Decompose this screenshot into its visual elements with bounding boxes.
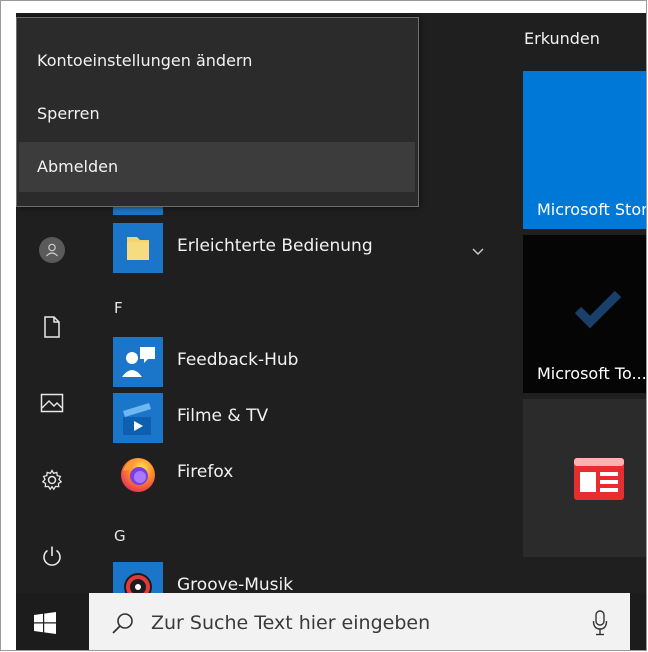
taskbar: Zur Suche Text hier eingeben [16, 593, 646, 650]
app-name: Firefox [177, 462, 234, 482]
tile-news[interactable] [523, 399, 646, 557]
feedback-hub-icon [113, 337, 163, 387]
account-flyout-menu: Kontoeinstellungen ändern Sperren Abmeld… [16, 17, 419, 207]
checkmark-icon [574, 290, 622, 329]
chevron-down-icon[interactable] [470, 243, 486, 259]
tile-group-title: Erkunden [524, 29, 600, 48]
menu-item-label: Kontoeinstellungen ändern [37, 51, 253, 70]
menu-item-lock[interactable]: Sperren [19, 89, 415, 139]
movies-tv-icon [113, 393, 163, 443]
pictures-icon[interactable] [37, 388, 67, 418]
app-name: Groove-Musik [177, 575, 294, 593]
documents-icon[interactable] [37, 312, 67, 342]
settings-gear-icon[interactable] [37, 465, 67, 495]
folder-icon [113, 223, 163, 273]
tile-microsoft-store[interactable]: Microsoft Store [523, 71, 647, 229]
firefox-icon [113, 449, 163, 499]
groove-music-icon [113, 562, 163, 593]
app-item-firefox[interactable]: Firefox [113, 448, 493, 500]
app-item-feedback-hub[interactable]: Feedback-Hub [113, 336, 493, 388]
news-icon [574, 458, 624, 500]
power-icon[interactable] [37, 541, 67, 571]
menu-item-change-account-settings[interactable]: Kontoeinstellungen ändern [19, 36, 415, 86]
menu-item-sign-out[interactable]: Abmelden [19, 142, 415, 192]
windows-start-icon[interactable] [34, 612, 56, 634]
microphone-icon[interactable] [592, 610, 608, 636]
taskbar-search-box[interactable]: Zur Suche Text hier eingeben [89, 593, 630, 650]
user-avatar-icon[interactable] [37, 235, 67, 265]
menu-item-label: Abmelden [37, 157, 119, 176]
screenshot-frame: Erleichterte Bedienung F Feedback-Hub Fi… [0, 0, 647, 651]
app-item-groove-musik[interactable]: Groove-Musik [113, 561, 493, 593]
app-item-erleichterte-bedienung[interactable]: Erleichterte Bedienung [113, 222, 493, 274]
section-letter-f[interactable]: F [114, 299, 123, 317]
start-menu: Erleichterte Bedienung F Feedback-Hub Fi… [16, 13, 647, 593]
tile-label: Microsoft To... [537, 364, 647, 383]
search-placeholder: Zur Suche Text hier eingeben [151, 612, 431, 634]
app-item-filme-tv[interactable]: Filme & TV [113, 392, 493, 444]
app-name: Feedback-Hub [177, 350, 299, 370]
tile-label: Microsoft Store [537, 200, 647, 219]
tile-microsoft-todo[interactable]: Microsoft To... [523, 235, 647, 393]
menu-item-label: Sperren [37, 104, 100, 123]
app-name: Erleichterte Bedienung [177, 236, 373, 256]
search-icon [112, 613, 133, 634]
app-name: Filme & TV [177, 406, 269, 426]
section-letter-g[interactable]: G [114, 527, 126, 545]
